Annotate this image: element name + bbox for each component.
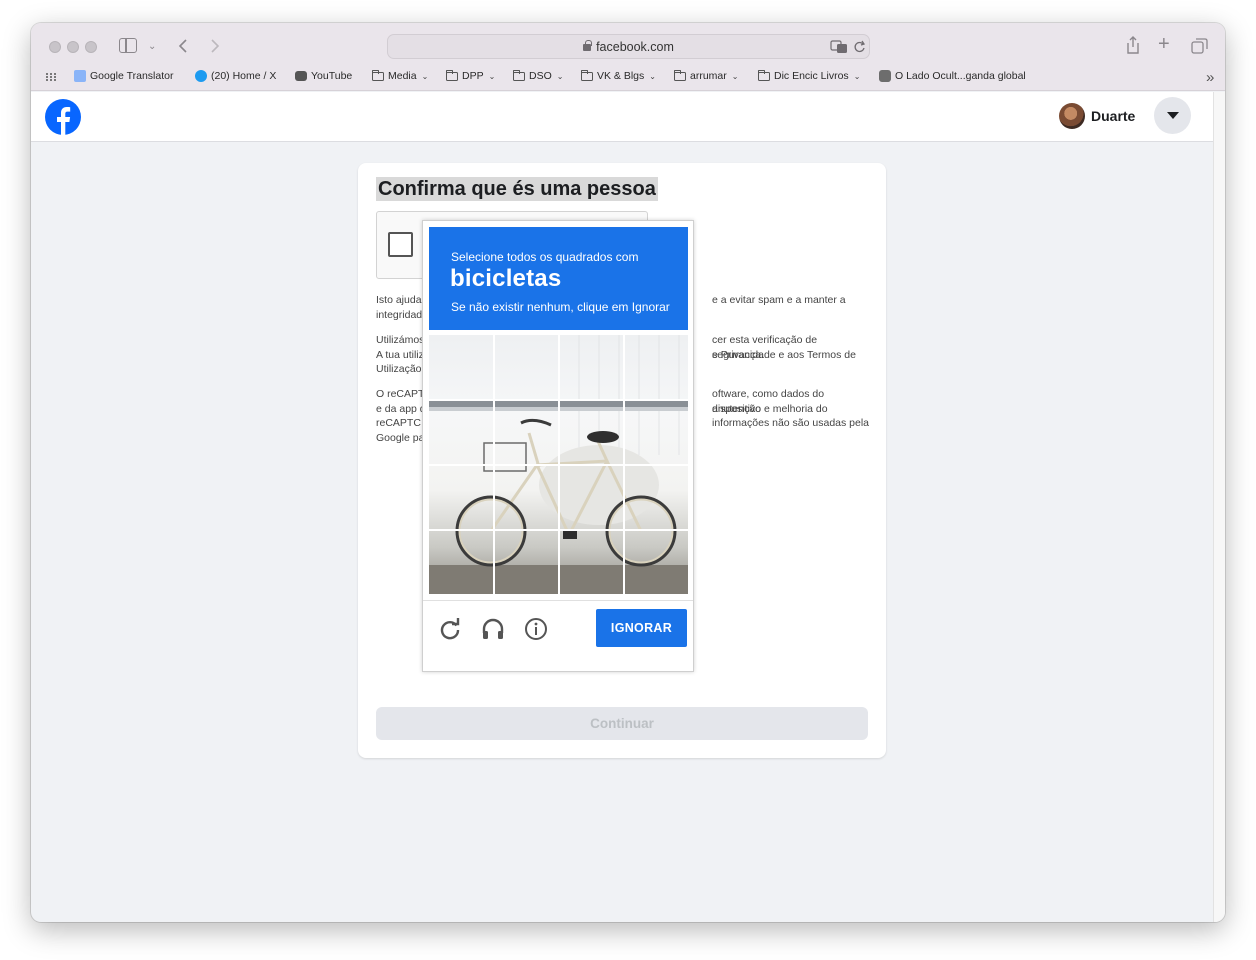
bookmark-folder-media[interactable]: Media ⌄ [371, 69, 429, 82]
para-text: informações não são usadas pela [712, 417, 870, 429]
tab-overview-icon[interactable] [1191, 38, 1208, 54]
twitter-bird-icon [195, 70, 207, 82]
para-text: e Privacidade e aos Termos de [712, 348, 856, 361]
headphones-icon[interactable] [481, 617, 505, 641]
bookmark-youtube[interactable]: YouTube [295, 70, 352, 82]
para-text: anutenção e melhoria do [712, 402, 828, 415]
challenge-target: bicicletas [450, 265, 562, 292]
para-text: e da app d [376, 402, 426, 415]
bookmark-label: YouTube [311, 70, 353, 82]
para-text: A tua utiliz [376, 348, 424, 361]
para-text: Google pa [376, 431, 425, 444]
bookmarks-overflow-icon[interactable]: » [1206, 70, 1214, 86]
folder-icon [580, 69, 593, 81]
bookmark-label: Google Translator [90, 70, 174, 82]
page-favicon-icon [879, 70, 891, 82]
profile-chip[interactable]: Duarte [1059, 103, 1135, 129]
bookmark-label: VK & Blgs [597, 70, 645, 82]
bookmarks-bar: Google Translator (20) Home / X YouTube … [31, 67, 1225, 89]
chevron-down-icon: ⌄ [649, 71, 656, 81]
para-text: Utilizámos [376, 334, 425, 346]
folder-icon [371, 69, 384, 81]
grid-divider [429, 464, 688, 466]
address-text: facebook.com [388, 40, 869, 54]
para-text: Isto ajuda [376, 294, 422, 306]
share-icon[interactable] [1125, 36, 1141, 55]
account-menu-button[interactable] [1154, 97, 1191, 134]
bookmark-label: DSO [529, 70, 552, 82]
address-bar[interactable]: facebook.com [387, 34, 870, 59]
continue-button[interactable]: Continuar [376, 707, 868, 740]
browser-toolbar: ⌄ facebook.com + Google Translator (20) … [31, 23, 1225, 91]
recaptcha-checkbox[interactable] [388, 232, 413, 257]
para-text: O reCAPT [376, 388, 425, 400]
bookmark-folder-arrumar[interactable]: arrumar ⌄ [673, 69, 739, 82]
recaptcha-challenge: Selecione todos os quadrados com bicicle… [422, 220, 694, 672]
browser-window: ⌄ facebook.com + Google Translator (20) … [31, 23, 1225, 922]
scrollbar-track[interactable] [1213, 92, 1225, 922]
bookmark-label: O Lado Ocult...ganda global [895, 70, 1026, 82]
para-text: Utilização [376, 363, 422, 375]
image-grid [429, 335, 688, 594]
bookmark-folder-vk-blgs[interactable]: VK & Blgs ⌄ [580, 69, 656, 82]
apps-grid-icon[interactable] [45, 72, 57, 82]
bookmark-folder-dso[interactable]: DSO ⌄ [512, 69, 564, 82]
bookmark-label: (20) Home / X [211, 70, 277, 82]
google-translate-icon [74, 70, 86, 82]
facebook-header: Duarte [31, 92, 1213, 142]
zoom-window-button[interactable] [85, 41, 97, 53]
forward-icon[interactable] [209, 38, 221, 54]
chevron-down-icon: ⌄ [731, 71, 739, 81]
bookmark-label: Media [388, 70, 417, 82]
chevron-down-icon: ⌄ [488, 71, 496, 81]
folder-icon [757, 69, 770, 81]
bookmark-label: DPP [462, 70, 484, 82]
para-text: reCAPTC [376, 417, 421, 429]
grid-divider [429, 529, 688, 531]
bookmark-label: arrumar [690, 70, 727, 82]
sidebar-menu-chevron-icon[interactable]: ⌄ [148, 39, 156, 55]
avatar [1059, 103, 1085, 129]
reload-icon[interactable] [853, 40, 866, 54]
close-window-button[interactable] [49, 41, 61, 53]
chevron-down-icon: ⌄ [556, 71, 564, 81]
translate-icon[interactable] [830, 40, 848, 54]
challenge-header: Selecione todos os quadrados com bicicle… [429, 227, 688, 330]
lock-icon [583, 40, 592, 51]
challenge-footer-divider [423, 600, 693, 601]
reload-challenge-icon[interactable] [438, 617, 462, 641]
sidebar-toggle-icon[interactable] [119, 38, 137, 53]
ignore-button[interactable]: IGNORAR [596, 609, 687, 647]
folder-icon [445, 69, 458, 81]
folder-icon [673, 69, 686, 81]
para-text: integridad [376, 308, 423, 321]
new-tab-icon[interactable]: + [1158, 34, 1170, 54]
bookmark-o-lado-oculto[interactable]: O Lado Ocult...ganda global [879, 70, 1026, 82]
challenge-hint: Se não existir nenhum, clique em Ignorar [451, 300, 670, 314]
facebook-logo-icon[interactable] [45, 99, 81, 135]
youtube-icon [295, 71, 307, 81]
bookmark-folder-dpp[interactable]: DPP ⌄ [445, 69, 496, 82]
bookmark-label: Dic Encic Livros [774, 70, 849, 82]
page-title: Confirma que és uma pessoa [376, 177, 658, 201]
bookmark-google-translator[interactable]: Google Translator [74, 70, 173, 82]
bookmark-twitter[interactable]: (20) Home / X [195, 70, 276, 82]
folder-icon [512, 69, 525, 81]
bookmark-folder-dic-encic-livros[interactable]: Dic Encic Livros ⌄ [757, 69, 861, 82]
minimize-window-button[interactable] [67, 41, 79, 53]
back-icon[interactable] [177, 38, 189, 54]
grid-divider [429, 399, 688, 401]
chevron-down-icon: ⌄ [421, 71, 429, 81]
chevron-down-icon: ⌄ [853, 71, 861, 81]
para-text: e a evitar spam e a manter a [712, 294, 846, 306]
info-icon[interactable] [524, 617, 548, 641]
challenge-instruction: Selecione todos os quadrados com [451, 250, 639, 264]
url-label: facebook.com [596, 40, 674, 54]
user-name: Duarte [1091, 108, 1136, 124]
